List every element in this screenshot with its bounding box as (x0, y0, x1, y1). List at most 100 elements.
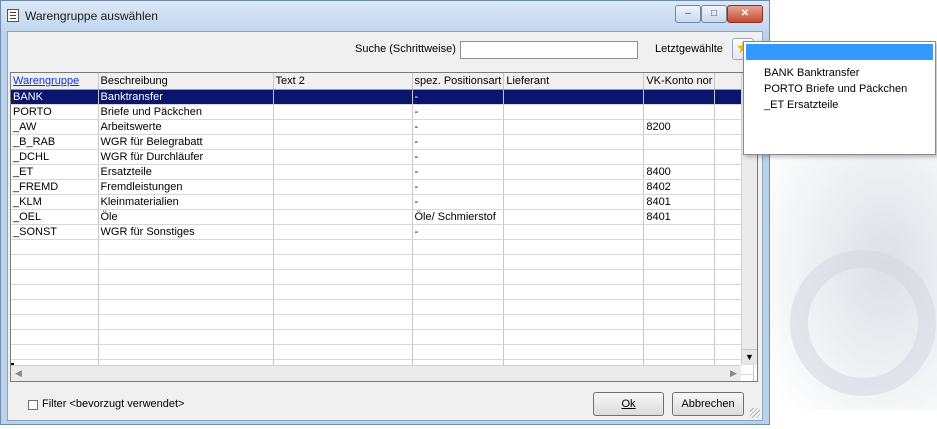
column-header-positionsart[interactable]: spez. Positionsart (412, 73, 505, 90)
grid-table: Warengruppe Beschreibung Text 2 spez. Po… (11, 73, 755, 381)
empty-row (11, 254, 755, 270)
dialog-client: Suche (Schrittweise) Letztgewählte ★ War… (7, 31, 763, 421)
cell-text2 (273, 209, 413, 225)
recent-label: Letztgewählte (655, 43, 723, 55)
cell-positionsart: - (412, 224, 505, 240)
cell-vk-konto (643, 89, 716, 105)
scroll-left-icon[interactable]: ◀ (11, 366, 26, 381)
app-icon (7, 9, 19, 22)
cell-beschreibung: Ersatzteile (98, 164, 274, 180)
cell-positionsart: Öle/ Schmierstof (412, 209, 505, 225)
data-grid[interactable]: Warengruppe Beschreibung Text 2 spez. Po… (10, 72, 758, 382)
cell-warengruppe: _B_RAB (11, 134, 99, 150)
table-row[interactable]: _DCHL WGR für Durchläufer - (11, 149, 755, 165)
empty-cell (503, 344, 645, 360)
cell-text2 (273, 149, 413, 165)
cell-warengruppe: PORTO (11, 104, 99, 120)
empty-cell (412, 269, 505, 285)
scroll-right-icon[interactable]: ▶ (726, 366, 741, 381)
cell-beschreibung: WGR für Sonstiges (98, 224, 274, 240)
cell-positionsart: - (412, 149, 505, 165)
popup-item[interactable]: BANK Banktransfer (764, 67, 859, 79)
horizontal-scrollbar[interactable]: ◀ ▶ (11, 365, 741, 381)
cell-positionsart: - (412, 134, 505, 150)
empty-cell (412, 299, 505, 315)
column-header-lieferant[interactable]: Lieferant (503, 73, 645, 90)
empty-cell (412, 239, 505, 255)
ok-button[interactable]: Ok (593, 392, 664, 416)
cell-positionsart: - (412, 179, 505, 195)
empty-cell (643, 254, 716, 270)
cell-positionsart: - (412, 89, 505, 105)
filter-checkbox[interactable] (28, 400, 38, 410)
empty-cell (11, 254, 99, 270)
search-label: Suche (Schrittweise) (355, 43, 456, 55)
empty-cell (273, 254, 413, 270)
cell-lieferant (503, 149, 645, 165)
empty-cell (412, 254, 505, 270)
resize-grip-icon[interactable] (750, 408, 760, 418)
empty-row (11, 314, 755, 330)
cell-vk-konto: 8200 (643, 119, 716, 135)
dialog-window: Warengruppe auswählen – □ ✕ Suche (Schri… (0, 0, 770, 425)
empty-cell (412, 329, 505, 345)
table-row[interactable]: _AW Arbeitswerte - 8200 (11, 119, 755, 135)
empty-cell (11, 269, 99, 285)
cell-vk-konto: 8402 (643, 179, 716, 195)
cell-beschreibung: Briefe und Päckchen (98, 104, 274, 120)
empty-cell (643, 314, 716, 330)
cell-text2 (273, 89, 413, 105)
popup-highlight[interactable] (746, 44, 933, 60)
maximize-button[interactable]: □ (701, 5, 727, 23)
cell-beschreibung: WGR für Belegrabatt (98, 134, 274, 150)
popup-item[interactable]: _ET Ersatzteile (764, 99, 838, 111)
empty-row (11, 284, 755, 300)
empty-cell (643, 284, 716, 300)
empty-cell (98, 314, 274, 330)
table-row[interactable]: _KLM Kleinmaterialien - 8401 (11, 194, 755, 210)
scroll-down-icon[interactable]: ▼ (742, 349, 757, 365)
minimize-button[interactable]: – (675, 5, 701, 23)
popup-item[interactable]: PORTO Briefe und Päckchen (764, 83, 907, 95)
table-row[interactable]: _SONST WGR für Sonstiges - (11, 224, 755, 240)
table-row[interactable]: _B_RAB WGR für Belegrabatt - (11, 134, 755, 150)
cell-lieferant (503, 104, 645, 120)
column-header-text2[interactable]: Text 2 (273, 73, 413, 90)
cell-lieferant (503, 134, 645, 150)
minimize-icon: – (685, 8, 691, 19)
search-input[interactable] (460, 41, 638, 59)
cell-beschreibung: Banktransfer (98, 89, 274, 105)
cancel-button[interactable]: Abbrechen (672, 392, 744, 416)
cell-positionsart: - (412, 119, 505, 135)
cell-text2 (273, 179, 413, 195)
column-header-vk-konto[interactable]: VK-Konto nor (643, 73, 716, 90)
empty-cell (643, 269, 716, 285)
cell-warengruppe: _OEL (11, 209, 99, 225)
empty-cell (98, 269, 274, 285)
empty-cell (643, 329, 716, 345)
cell-text2 (273, 134, 413, 150)
recent-items-popup: BANK Banktransfer PORTO Briefe und Päckc… (743, 41, 936, 155)
close-button[interactable]: ✕ (727, 5, 763, 23)
cell-beschreibung: Kleinmaterialien (98, 194, 274, 210)
table-row[interactable]: _ET Ersatzteile - 8400 (11, 164, 755, 180)
title-bar[interactable]: Warengruppe auswählen – □ ✕ (1, 1, 769, 31)
table-row[interactable]: _OEL Öle Öle/ Schmierstof 8401 (11, 209, 755, 225)
empty-cell (98, 344, 274, 360)
empty-row (11, 344, 755, 360)
window-title: Warengruppe auswählen (25, 9, 158, 23)
table-row[interactable]: BANK Banktransfer - (11, 89, 755, 105)
cell-warengruppe: _KLM (11, 194, 99, 210)
table-row[interactable]: PORTO Briefe und Päckchen - (11, 104, 755, 120)
empty-cell (503, 254, 645, 270)
empty-cell (412, 314, 505, 330)
cell-positionsart: - (412, 164, 505, 180)
filter-label: Filter <bevorzugt verwendet> (42, 398, 185, 410)
column-header-warengruppe[interactable]: Warengruppe (11, 73, 99, 90)
empty-cell (273, 269, 413, 285)
cell-text2 (273, 164, 413, 180)
cell-beschreibung: Öle (98, 209, 274, 225)
empty-row (11, 329, 755, 345)
table-row[interactable]: _FREMD Fremdleistungen - 8402 (11, 179, 755, 195)
column-header-beschreibung[interactable]: Beschreibung (98, 73, 274, 90)
